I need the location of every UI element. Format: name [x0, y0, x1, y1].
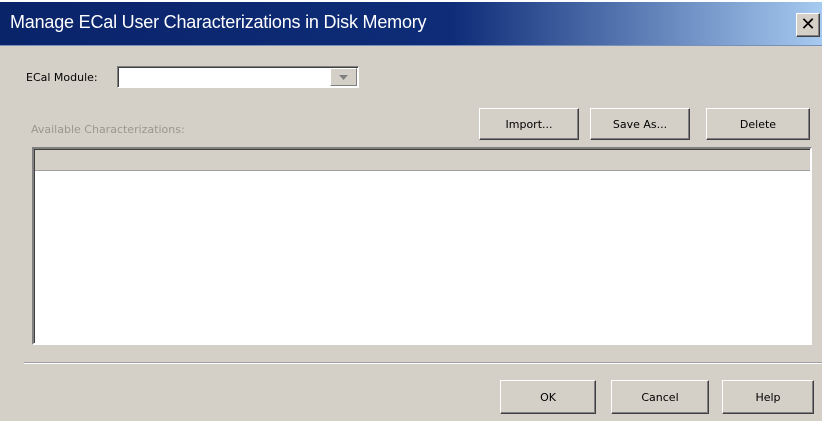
help-button[interactable]: Help: [722, 380, 814, 414]
import-button[interactable]: Import...: [479, 108, 579, 140]
list-header: [35, 150, 810, 171]
available-characterizations-label: Available Characterizations:: [31, 123, 185, 136]
cancel-button[interactable]: Cancel: [611, 380, 709, 414]
ecal-module-select[interactable]: [117, 66, 359, 88]
close-icon: ✕: [800, 14, 816, 35]
separator: [24, 362, 822, 364]
delete-button[interactable]: Delete: [706, 108, 810, 140]
dialog-title: Manage ECal User Characterizations in Di…: [10, 12, 427, 32]
title-bar[interactable]: Manage ECal User Characterizations in Di…: [0, 2, 822, 46]
ecal-module-label: ECal Module:: [26, 71, 98, 84]
close-button[interactable]: ✕: [796, 13, 820, 37]
ecal-module-dropdown-button[interactable]: [330, 68, 357, 86]
manage-characterizations-dialog: Manage ECal User Characterizations in Di…: [0, 2, 822, 421]
ok-button[interactable]: OK: [500, 380, 596, 414]
chevron-down-icon: [339, 74, 348, 80]
save-as-button[interactable]: Save As...: [590, 108, 690, 140]
characterizations-list[interactable]: [32, 147, 812, 345]
